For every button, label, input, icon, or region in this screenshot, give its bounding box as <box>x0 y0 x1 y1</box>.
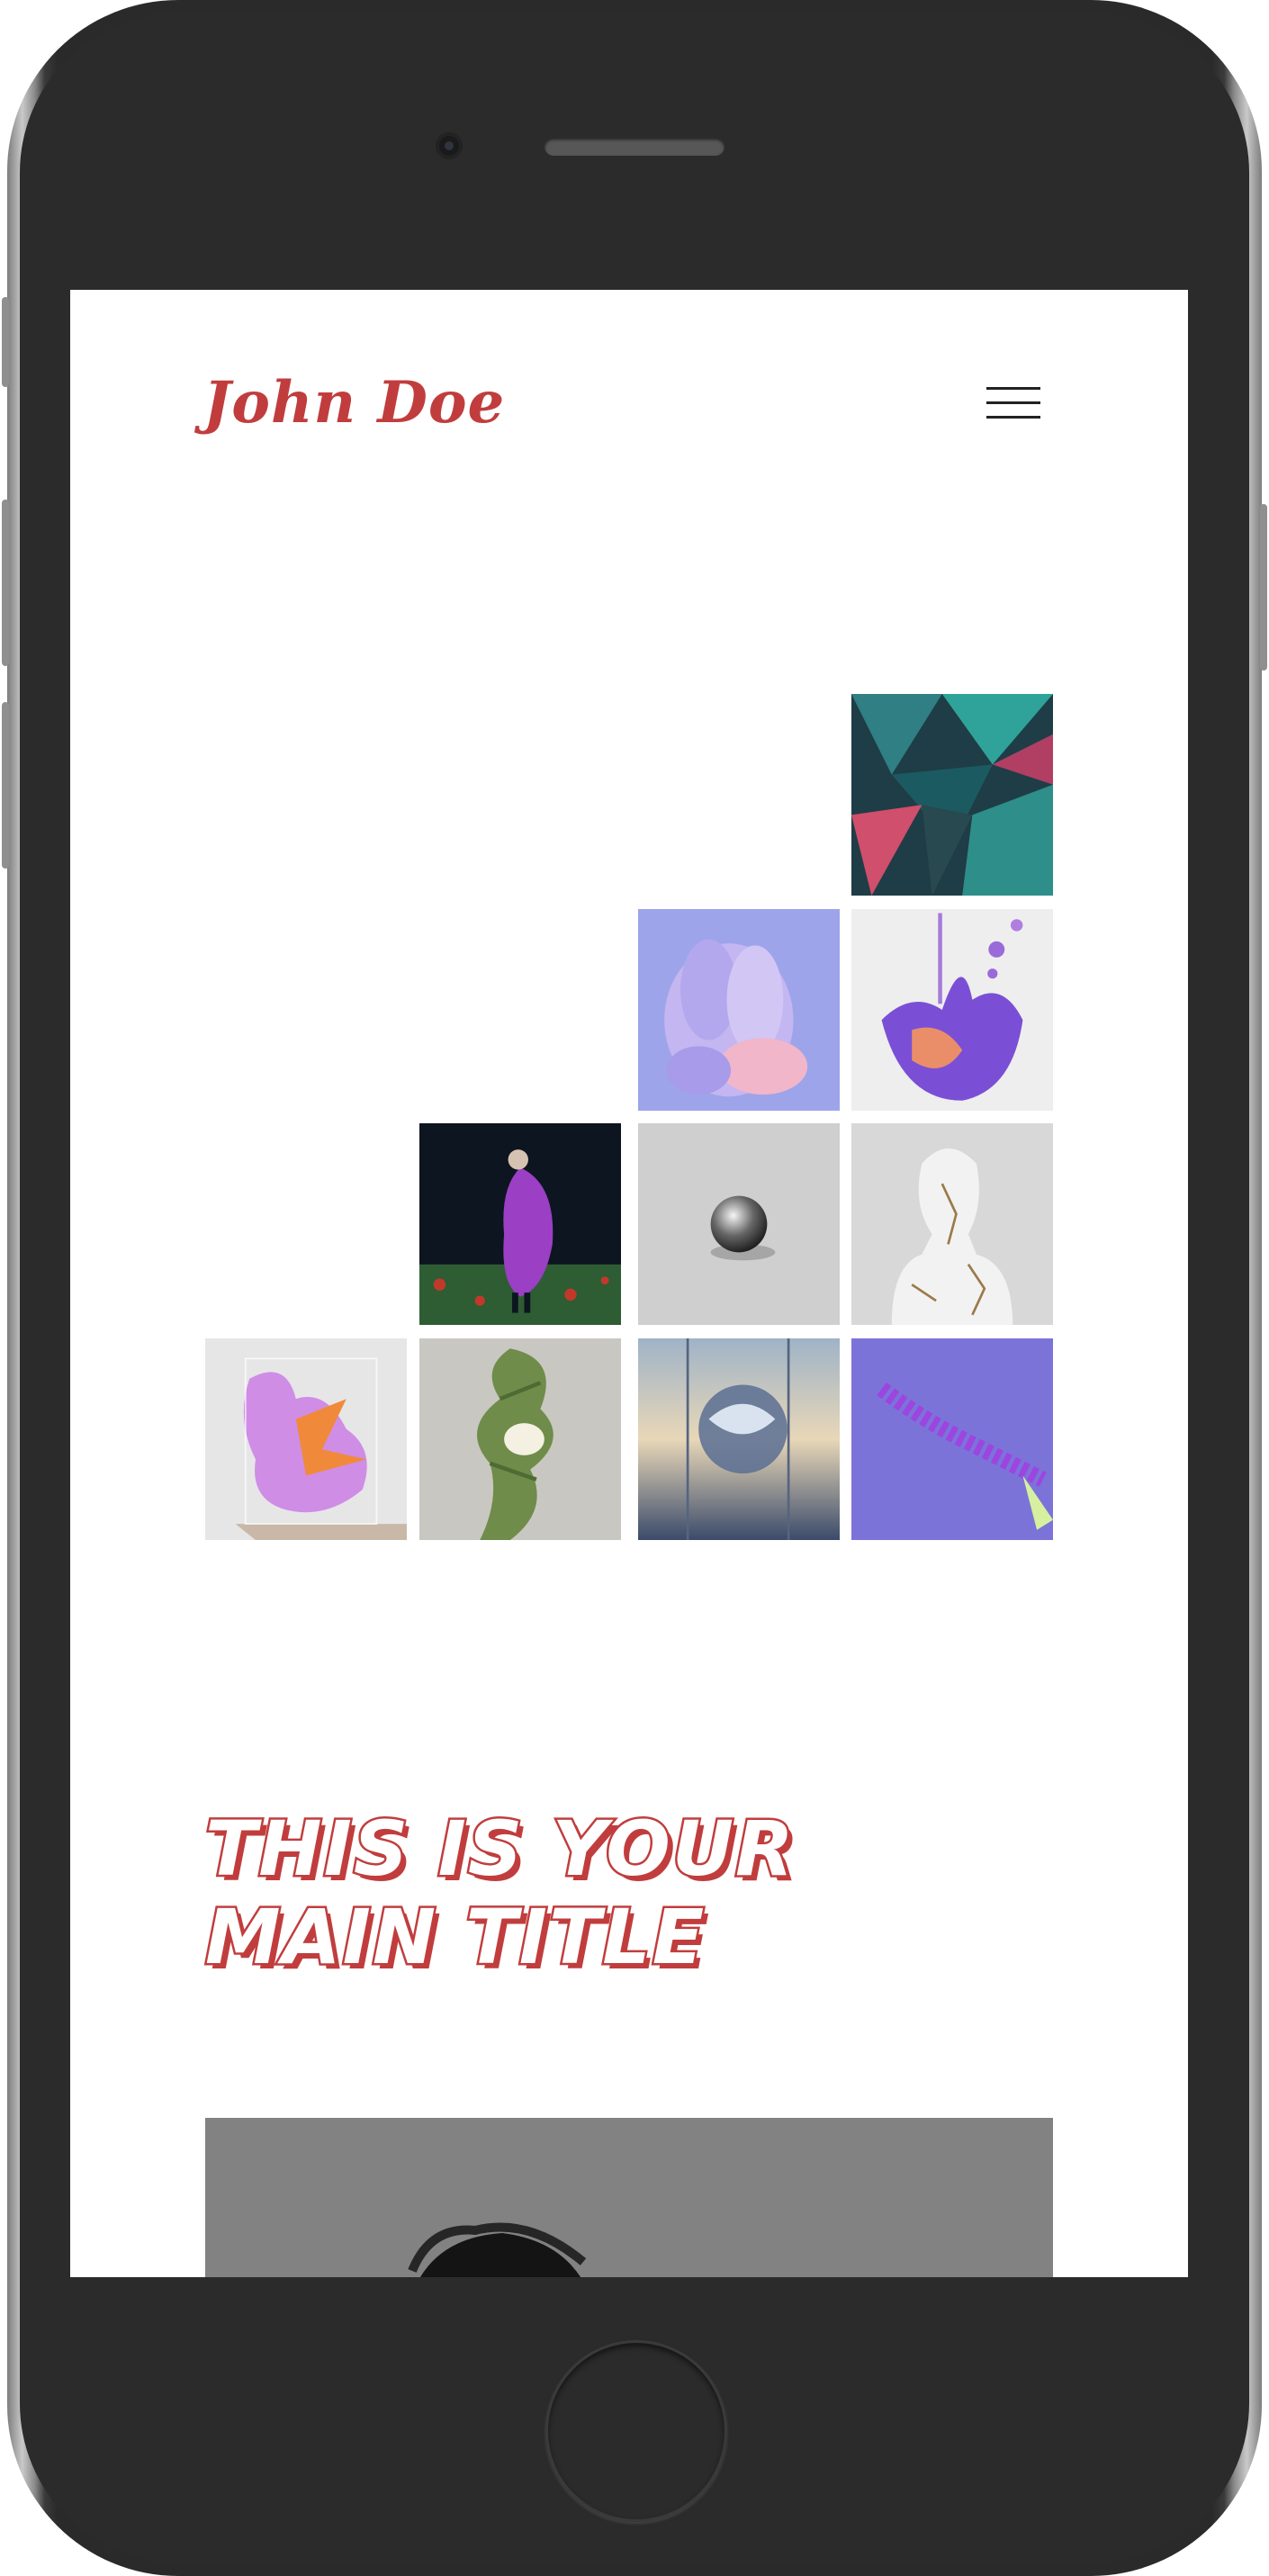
gallery-item-figure-in-purple-coat[interactable] <box>419 1123 621 1325</box>
volume-up-button <box>2 500 9 666</box>
home-button[interactable] <box>545 2340 727 2522</box>
main-title: THIS IS YOUR MAIN TITLE <box>203 1803 796 1984</box>
site-logo[interactable]: John Doe <box>203 369 505 437</box>
power-button <box>1260 504 1267 671</box>
gallery-item-glass-orb-desert[interactable] <box>638 1338 840 1540</box>
gallery-item-purple-liquid-splash[interactable] <box>851 909 1053 1111</box>
speaker-grille <box>544 138 724 156</box>
hamburger-icon[interactable] <box>986 387 1040 419</box>
portrait-photo <box>205 2118 1053 2277</box>
gallery-item-pink-glass-cube[interactable] <box>205 1338 407 1540</box>
phone-screen: John Doe THIS IS YOUR MAIN TITLE <box>70 290 1188 2277</box>
gallery-item-teal-crystal-shards[interactable] <box>851 694 1053 896</box>
silent-switch <box>2 297 9 387</box>
gallery-item-chrome-sphere[interactable] <box>638 1123 840 1325</box>
gallery-item-leaf-figure[interactable] <box>419 1338 621 1540</box>
gallery-grid <box>205 694 1053 1540</box>
gallery-item-lavender-sculpture[interactable] <box>638 909 840 1111</box>
volume-down-button <box>2 702 9 869</box>
front-camera-icon <box>436 132 463 159</box>
gallery-item-violet-spiral-ribbon[interactable] <box>851 1338 1053 1540</box>
gallery-item-marble-bust[interactable] <box>851 1123 1053 1325</box>
